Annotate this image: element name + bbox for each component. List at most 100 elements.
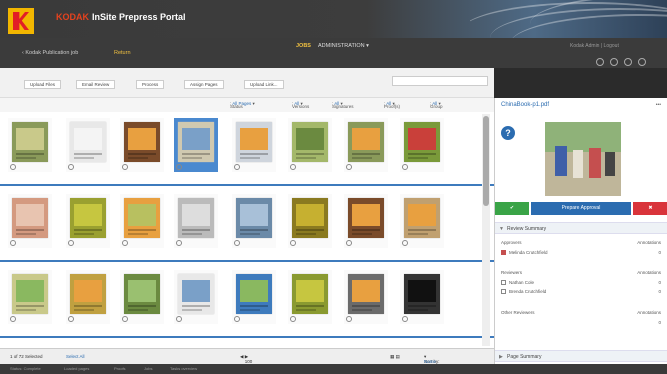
upload-files-button[interactable]: Upload Files	[24, 80, 62, 89]
app-header: KODAK InSite Prepress Portal	[0, 0, 667, 38]
help-icon[interactable]: ?	[501, 126, 515, 140]
status-item: Loaded pages	[64, 366, 90, 371]
reviewer-status-icon	[501, 289, 506, 294]
page-thumbnail[interactable]	[344, 270, 388, 324]
page-status-icon	[176, 164, 182, 170]
page-summary-header[interactable]: ▶ Page Summary	[495, 350, 667, 362]
reject-button[interactable]: ✖	[633, 202, 667, 215]
kodak-logo	[8, 8, 34, 34]
page-status-icon	[68, 240, 74, 246]
selection-count: 1 of 72 Selected	[10, 354, 43, 359]
reviewer-count: 0	[658, 289, 661, 294]
reviewer-name: Nathan Cole	[509, 280, 535, 285]
versions-filter[interactable]: Versions: All ▾	[292, 101, 309, 109]
upload-link-button[interactable]: Upload Link...	[244, 80, 284, 89]
page-thumbnail[interactable]	[232, 194, 276, 248]
page-thumbnail[interactable]	[232, 270, 276, 324]
panel-title: ChinaBook-p1.pdf	[501, 102, 550, 108]
sort-control[interactable]: Sort by: Name ▾	[424, 354, 440, 364]
page-thumbnail[interactable]	[8, 270, 52, 324]
tab-jobs[interactable]: JOBS	[296, 43, 311, 49]
review-summary-header[interactable]: ▼ Review Summary	[495, 222, 667, 234]
row-separator	[0, 184, 494, 186]
row-separator	[0, 336, 494, 338]
page-status-icon	[346, 240, 352, 246]
page-thumbnail[interactable]	[400, 118, 444, 172]
reviewer-count: 0	[658, 280, 661, 285]
approvers-label: Approvers	[501, 240, 522, 245]
page-thumbnail[interactable]	[288, 194, 332, 248]
page-thumbnail[interactable]	[120, 270, 164, 324]
page-status-icon	[176, 316, 182, 322]
page-thumbnail[interactable]	[66, 118, 110, 172]
page-thumbnail-grid	[0, 112, 494, 348]
group-filter[interactable]: Group: All ▾	[430, 101, 443, 109]
page-thumbnail[interactable]	[174, 270, 218, 324]
help-icon[interactable]	[596, 58, 604, 66]
page-status-icon	[234, 240, 240, 246]
page-thumbnail[interactable]	[8, 118, 52, 172]
reviewers-label: Reviewers	[501, 270, 523, 275]
page-status-icon	[402, 164, 408, 170]
tools-icon[interactable]	[624, 58, 632, 66]
approver-count: 0	[658, 250, 661, 255]
page-status-icon	[234, 316, 240, 322]
expand-icon: ▶	[499, 354, 503, 360]
assign-pages-button[interactable]: Assign Pages	[184, 80, 224, 89]
page-preview-image[interactable]	[545, 122, 621, 196]
page-thumbnail[interactable]	[66, 194, 110, 248]
email-review-button[interactable]: Email Review	[76, 80, 116, 89]
approver-name: Melinda Crutchfield	[509, 250, 548, 255]
select-all-link[interactable]: Select All	[66, 354, 85, 359]
status-filter[interactable]: Status: All Pages ▾	[230, 101, 255, 109]
app-title: KODAK InSite Prepress Portal	[56, 12, 186, 22]
prepare-approval-button[interactable]: Prepare Approval	[531, 202, 631, 215]
page-status-icon	[122, 164, 128, 170]
zoom-control[interactable]: ◀ 100 ▶	[240, 354, 252, 364]
page-status-icon	[234, 164, 240, 170]
expand-icon: ▼	[499, 226, 504, 232]
return-link[interactable]: Return	[114, 50, 131, 56]
user-menu[interactable]: Kodak Admin | Logout	[570, 43, 619, 49]
page-details-panel: ChinaBook-p1.pdf ••• ? ✔ Prepare Approva…	[494, 98, 667, 364]
page-status-icon	[402, 316, 408, 322]
page-status-icon	[402, 240, 408, 246]
view-toggle[interactable]: ▦ ▤	[390, 354, 400, 360]
back-link[interactable]: ‹ Kodak Publication job	[22, 50, 78, 56]
page-thumbnail[interactable]	[344, 194, 388, 248]
page-thumbnail[interactable]	[120, 194, 164, 248]
signatures-filter[interactable]: Signatures: All ▾	[332, 101, 354, 109]
tab-administration[interactable]: ADMINISTRATION ▾	[318, 43, 369, 49]
page-thumbnail[interactable]	[344, 118, 388, 172]
grid-footer: 1 of 72 Selected Select All ◀ 100 ▶ ▦ ▤ …	[0, 348, 494, 364]
page-status-icon	[10, 316, 16, 322]
page-thumbnail[interactable]	[8, 194, 52, 248]
reviewers-annotations-label: Annotations	[637, 270, 661, 275]
page-thumbnail[interactable]	[288, 270, 332, 324]
settings-icon[interactable]	[638, 58, 646, 66]
page-thumbnail[interactable]	[400, 270, 444, 324]
approve-button[interactable]: ✔	[495, 202, 529, 215]
proofs-filter[interactable]: Proof(s): All ▾	[384, 101, 400, 109]
grid-scrollbar[interactable]	[482, 114, 490, 346]
search-input[interactable]	[392, 76, 488, 86]
page-thumbnail[interactable]	[120, 118, 164, 172]
nav-icons	[596, 58, 646, 66]
filter-bar: Status: All Pages ▾ Versions: All ▾ Sign…	[0, 98, 494, 112]
status-item: Status: Complete	[10, 366, 41, 371]
process-button[interactable]: Process	[136, 80, 165, 89]
download-icon[interactable]	[610, 58, 618, 66]
page-thumbnail[interactable]	[174, 194, 218, 248]
page-status-icon	[122, 316, 128, 322]
page-status-icon	[346, 316, 352, 322]
page-status-icon	[290, 164, 296, 170]
status-item: Tasks overview	[170, 366, 198, 371]
status-bar: Status: Complete Loaded pages Proofs Job…	[0, 364, 667, 374]
page-thumbnail[interactable]	[400, 194, 444, 248]
page-thumbnail[interactable]	[288, 118, 332, 172]
panel-menu-icon[interactable]: •••	[656, 102, 661, 108]
page-thumbnail[interactable]	[174, 118, 218, 172]
page-thumbnail[interactable]	[66, 270, 110, 324]
status-item: Jobs	[144, 366, 153, 371]
page-thumbnail[interactable]	[232, 118, 276, 172]
